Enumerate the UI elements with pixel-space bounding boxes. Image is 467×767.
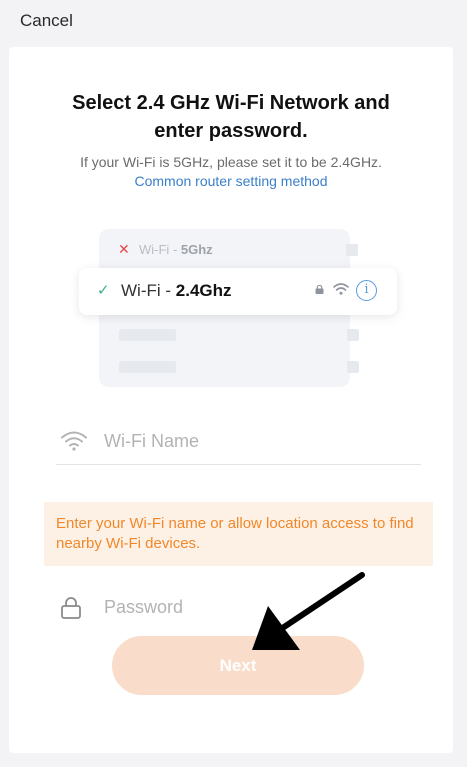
bad-network-band: 5Ghz: [180, 242, 213, 257]
good-network-label: Wi-Fi - 2.4Ghz: [121, 281, 232, 301]
good-network-card: ✓ Wi-Fi - 2.4Ghz i: [79, 268, 397, 315]
top-bar: Cancel: [0, 0, 467, 42]
placeholder-bar: [119, 329, 176, 341]
error-x-icon: ✕: [118, 241, 130, 257]
placeholder-square: [347, 361, 359, 373]
router-setting-link[interactable]: Common router setting method: [9, 173, 453, 189]
title-line-1: Select 2.4 GHz Wi-Fi Network and: [72, 92, 390, 114]
good-network-prefix: Wi-Fi -: [121, 281, 176, 300]
lock-icon: [61, 597, 81, 619]
checkmark-icon: ✓: [97, 282, 110, 299]
subtitle-5ghz-hint: If your Wi-Fi is 5GHz, please set it to …: [80, 154, 382, 170]
wifi-setup-card: Select 2.4 GHz Wi-Fi Network and enter p…: [9, 47, 453, 753]
next-button[interactable]: Next: [112, 636, 364, 695]
wifi-signal-icon: [333, 283, 349, 295]
wifi-icon: [61, 431, 87, 451]
location-warning-banner: Enter your Wi-Fi name or allow location …: [44, 502, 433, 566]
page-title: Select 2.4 GHz Wi-Fi Network and enter p…: [9, 89, 453, 145]
password-field: [56, 583, 421, 631]
placeholder-bar: [119, 361, 176, 373]
wifi-name-input[interactable]: [104, 427, 404, 455]
title-line-2: enter password.: [154, 120, 308, 142]
bad-network-label: Wi-Fi - 5Ghz: [139, 242, 213, 257]
wifi-name-field: [56, 417, 421, 465]
bad-network-prefix: Wi-Fi -: [139, 242, 181, 257]
bad-network-row: ✕ Wi-Fi - 5Ghz: [99, 239, 358, 261]
placeholder-square: [347, 329, 359, 341]
good-network-band: 2.4Ghz: [175, 281, 232, 300]
cancel-button[interactable]: Cancel: [20, 11, 73, 31]
placeholder-square: [346, 244, 358, 256]
info-icon: i: [356, 280, 377, 301]
password-input[interactable]: [104, 593, 404, 621]
lock-icon: [315, 285, 324, 294]
